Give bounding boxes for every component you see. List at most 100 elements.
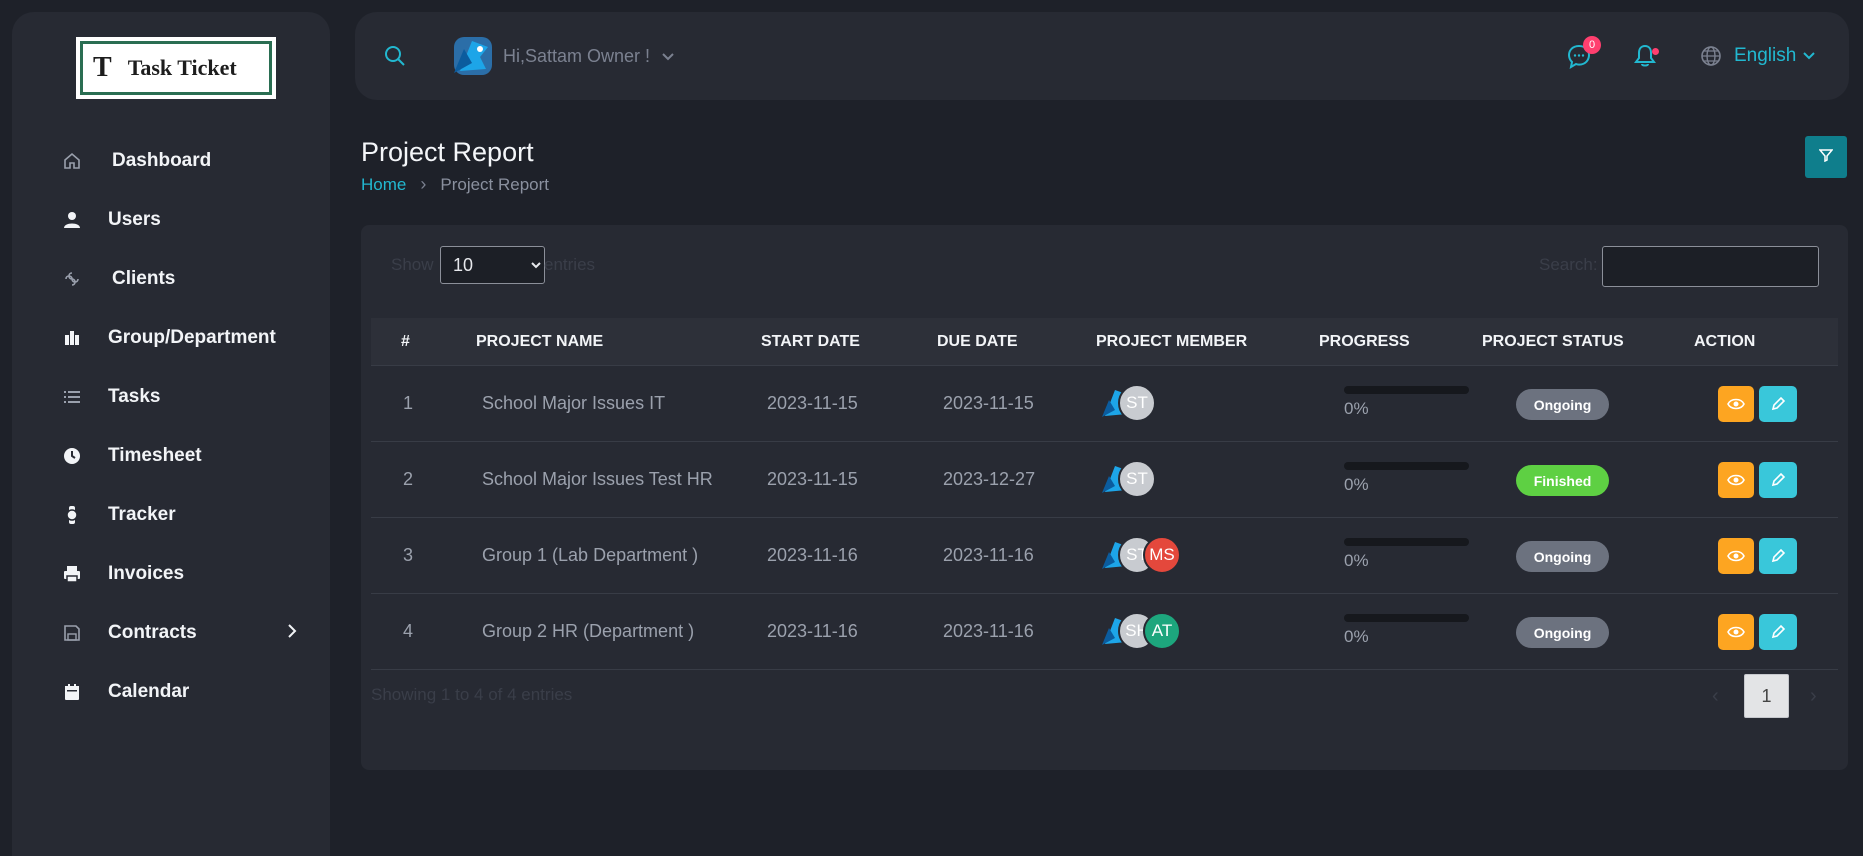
column-header-action[interactable]: ACTION (1694, 333, 1755, 351)
sidebar-item-calendar[interactable]: Calendar (48, 670, 189, 714)
language-selector[interactable]: English (1734, 45, 1796, 67)
eye-icon (1727, 398, 1745, 410)
breadcrumb-current: Project Report (440, 174, 550, 194)
logo-letter: T (93, 52, 112, 83)
chevron-right-icon (282, 621, 302, 646)
filter-icon (1818, 148, 1834, 167)
sidebar-item-timesheet[interactable]: Timesheet (48, 434, 202, 478)
start-date: 2023-11-16 (767, 621, 858, 641)
sidebar-item-clients[interactable]: Clients (48, 257, 175, 301)
edit-button[interactable] (1759, 538, 1797, 574)
progress-bar (1344, 462, 1469, 470)
progress-text: 0% (1344, 399, 1369, 418)
due-date: 2023-11-16 (943, 545, 1034, 565)
row-number: 4 (403, 621, 414, 641)
building-icon (48, 316, 96, 360)
sidebar-item-label: Tasks (108, 386, 161, 407)
sidebar-item-group-department[interactable]: Group/Department (48, 316, 276, 360)
view-button[interactable] (1718, 386, 1754, 422)
search-label: Search: (1539, 255, 1598, 274)
table-row: 3 Group 1 (Lab Department ) 2023-11-16 2… (371, 518, 1838, 594)
sidebar-item-contracts[interactable]: Contracts (48, 611, 318, 655)
pencil-icon (1771, 624, 1786, 639)
report-card: Show 10 entries Search: # PROJECT NAME S… (361, 225, 1848, 770)
project-name: Group 2 HR (Department ) (482, 621, 695, 641)
logo[interactable]: T Task Ticket (76, 37, 276, 99)
pencil-icon (1771, 548, 1786, 563)
table-info-text: Showing 1 to 4 of 4 entries (371, 685, 573, 704)
table-row: 2 School Major Issues Test HR 2023-11-15… (371, 442, 1838, 518)
edit-button[interactable] (1759, 462, 1797, 498)
printer-icon (48, 552, 96, 596)
start-date: 2023-11-16 (767, 545, 858, 565)
sidebar-item-label: Invoices (108, 563, 185, 584)
sidebar-item-users[interactable]: Users (48, 198, 161, 242)
column-header-due-date[interactable]: DUE DATE (937, 333, 1018, 351)
start-date: 2023-11-15 (767, 469, 858, 489)
status-badge: Ongoing (1516, 617, 1609, 648)
table-row: 4 Group 2 HR (Department ) 2023-11-16 20… (371, 594, 1838, 670)
eye-icon (1727, 550, 1745, 562)
greeting-text[interactable]: Hi,Sattam Owner ! (503, 46, 650, 67)
column-header-project-member[interactable]: PROJECT MEMBER (1096, 333, 1247, 351)
project-name: School Major Issues IT (482, 393, 666, 413)
search-icon[interactable] (383, 44, 407, 73)
eye-icon (1727, 626, 1745, 638)
status-badge: Finished (1516, 465, 1609, 496)
chevron-down-icon[interactable] (661, 50, 675, 69)
table-row: 1 School Major Issues IT 2023-11-15 2023… (371, 366, 1838, 442)
progress-bar (1344, 386, 1469, 394)
row-number: 3 (403, 545, 414, 565)
pagination-previous[interactable]: ‹ (1712, 685, 1719, 708)
member-avatar[interactable]: ST (1118, 460, 1156, 498)
due-date: 2023-11-16 (943, 621, 1034, 641)
edit-button[interactable] (1759, 614, 1797, 650)
pencil-icon (1771, 472, 1786, 487)
breadcrumb-home-link[interactable]: Home (361, 175, 406, 195)
chevron-right-icon: › (420, 174, 427, 194)
calendar-icon (48, 670, 96, 714)
sidebar-item-dashboard[interactable]: Dashboard (48, 139, 211, 183)
member-avatar[interactable]: ST (1118, 384, 1156, 422)
avatar[interactable] (450, 33, 496, 84)
sidebar-item-label: Tracker (108, 504, 176, 525)
sidebar-item-label: Timesheet (108, 445, 202, 466)
column-header-project-status[interactable]: PROJECT STATUS (1482, 333, 1624, 351)
sidebar-item-tracker[interactable]: Tracker (48, 493, 176, 537)
member-avatar[interactable]: MS (1143, 536, 1181, 574)
pagination-next[interactable]: › (1810, 685, 1817, 708)
sidebar-item-tasks[interactable]: Tasks (48, 375, 160, 419)
progress-bar (1344, 614, 1469, 622)
user-icon (48, 198, 96, 242)
column-header-number[interactable]: # (401, 333, 410, 351)
entries-label: entries (544, 255, 596, 274)
filter-button[interactable] (1805, 136, 1847, 178)
sidebar-item-label: Users (108, 209, 161, 230)
sidebar: T Task Ticket Dashboard Users Clients Gr… (12, 12, 330, 856)
eye-icon (1727, 474, 1745, 486)
progress-text: 0% (1344, 475, 1369, 494)
pagination-page-1[interactable]: 1 (1744, 674, 1789, 718)
row-number: 2 (403, 469, 414, 489)
sidebar-item-invoices[interactable]: Invoices (48, 552, 184, 596)
view-button[interactable] (1718, 462, 1754, 498)
show-label: Show (391, 255, 434, 274)
page-title: Project Report (361, 137, 534, 167)
table-search-input[interactable] (1602, 246, 1819, 287)
view-button[interactable] (1718, 614, 1754, 650)
start-date: 2023-11-15 (767, 393, 858, 413)
column-header-progress[interactable]: PROGRESS (1319, 333, 1410, 351)
edit-button[interactable] (1759, 386, 1797, 422)
sidebar-item-label: Calendar (108, 681, 190, 702)
view-button[interactable] (1718, 538, 1754, 574)
column-header-project-name[interactable]: PROJECT NAME (476, 333, 603, 351)
sidebar-item-label: Clients (112, 268, 176, 289)
clients-icon (48, 257, 96, 301)
entries-length-select[interactable]: 10 (440, 246, 545, 284)
clock-icon (48, 434, 96, 478)
progress-text: 0% (1344, 627, 1369, 646)
chevron-down-icon[interactable] (1802, 49, 1816, 68)
column-header-start-date[interactable]: START DATE (761, 333, 860, 351)
globe-icon[interactable] (1700, 45, 1722, 72)
member-avatar[interactable]: AT (1143, 612, 1181, 650)
